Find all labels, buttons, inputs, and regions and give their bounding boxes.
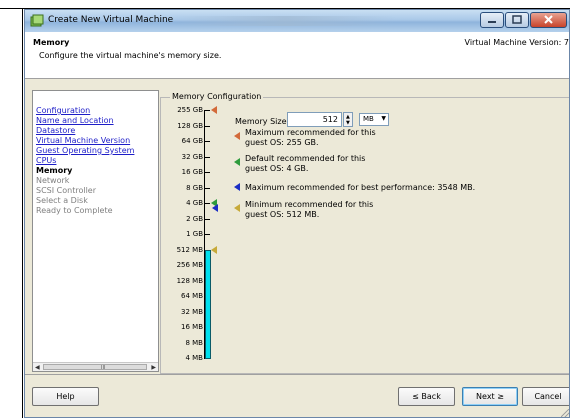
scale-label: 4 MB bbox=[185, 354, 203, 362]
outer-frame-top bbox=[0, 0, 570, 9]
outer-frame-left bbox=[0, 9, 23, 418]
scale-label: 4 GB bbox=[186, 199, 203, 207]
step-name-and-location[interactable]: Name and Location bbox=[33, 116, 134, 126]
default-guest-os-marker-icon bbox=[234, 158, 240, 166]
chevron-down-icon: ▼ bbox=[381, 115, 386, 122]
wizard-content: Configuration Name and Location Datastor… bbox=[25, 80, 569, 374]
step-memory: Memory bbox=[36, 166, 73, 175]
memory-size-spinner[interactable]: ▲ ▼ bbox=[343, 112, 353, 127]
back-button[interactable]: ≤ Back bbox=[398, 387, 455, 406]
scale-label: 16 MB bbox=[181, 323, 203, 331]
vm-app-icon bbox=[30, 14, 44, 27]
min-guest-os-note: Minimum recommended for this guest OS: 5… bbox=[245, 200, 373, 220]
window-title: Create New Virtual Machine bbox=[48, 15, 174, 25]
scale-label: 128 MB bbox=[176, 276, 203, 285]
maximize-button[interactable] bbox=[505, 12, 529, 28]
wizard-window: Create New Virtual Machine Memory Config… bbox=[24, 9, 570, 418]
title-bar-blurred-area bbox=[175, 16, 395, 26]
resize-grip-icon[interactable] bbox=[561, 409, 569, 417]
scroll-right-icon[interactable]: ▶ bbox=[151, 364, 156, 371]
memory-configuration-label: Memory Configuration bbox=[170, 92, 264, 101]
max-performance-note: Maximum recommended for best performance… bbox=[245, 183, 475, 193]
default-guest-os-note: Default recommended for this guest OS: 4… bbox=[245, 154, 365, 174]
scroll-left-icon[interactable]: ◀ bbox=[35, 364, 40, 371]
memory-configuration-group: Memory Configuration 255 GB 128 GB 64 GB 32… bbox=[160, 92, 569, 374]
scale-marker-icon bbox=[211, 106, 217, 115]
scale-label: 32 MB bbox=[181, 307, 203, 316]
minimize-button[interactable] bbox=[480, 12, 504, 28]
max-guest-os-note: Maximum recommended for this guest OS: 2… bbox=[245, 128, 376, 148]
minimize-icon bbox=[488, 21, 496, 23]
scale-label: 32 GB bbox=[181, 152, 203, 161]
scale-marker-icon bbox=[211, 245, 217, 254]
scale-label: 2 GB bbox=[186, 214, 203, 223]
scale-label: 256 MB bbox=[176, 261, 203, 269]
scale-label: 64 GB bbox=[181, 137, 203, 145]
page-title: Memory bbox=[33, 38, 70, 47]
scale-label: 8 GB bbox=[186, 183, 203, 192]
next-button[interactable]: Next ≥ bbox=[462, 387, 518, 406]
memory-unit-select[interactable]: MB ▼ bbox=[359, 113, 389, 126]
page-subtitle: Configure the virtual machine's memory s… bbox=[39, 51, 222, 60]
max-guest-os-note-line2: guest OS: 255 GB. bbox=[245, 138, 319, 147]
scroll-thumb[interactable]: III bbox=[43, 364, 147, 371]
step-cpus[interactable]: CPUs bbox=[33, 156, 134, 166]
default-guest-os-note-line2: guest OS: 4 GB. bbox=[245, 164, 309, 173]
help-button[interactable]: Help bbox=[32, 387, 99, 406]
scale-label: 512 MB bbox=[176, 245, 203, 254]
step-virtual-machine-version[interactable]: Virtual Machine Version bbox=[33, 136, 134, 146]
vm-version-label: Virtual Machine Version: 7 bbox=[464, 38, 569, 47]
scale-label: 8 MB bbox=[185, 338, 203, 347]
step-network: Network bbox=[36, 176, 70, 185]
cancel-button[interactable]: Cancel bbox=[522, 387, 569, 406]
max-performance-marker-icon bbox=[234, 183, 240, 191]
wizard-footer: Help ≤ Back Next ≥ Cancel bbox=[25, 374, 569, 417]
horizontal-scrollbar[interactable]: ◀ III ▶ bbox=[33, 362, 158, 371]
default-guest-os-note-line1: Default recommended for this bbox=[245, 154, 366, 163]
scale-label: 255 GB bbox=[177, 106, 203, 114]
title-bar[interactable]: Create New Virtual Machine bbox=[25, 10, 569, 32]
spinner-down-icon[interactable]: ▼ bbox=[346, 120, 350, 126]
close-icon bbox=[544, 15, 553, 24]
min-guest-os-note-line2: guest OS: 512 MB. bbox=[245, 210, 320, 219]
wizard-steps-panel: Configuration Name and Location Datastor… bbox=[32, 90, 159, 372]
scroll-grip: III bbox=[101, 365, 106, 371]
scale-label: 64 MB bbox=[181, 292, 203, 300]
step-ready-to-complete: Ready to Complete bbox=[36, 206, 113, 215]
step-guest-operating-system[interactable]: Guest Operating System bbox=[33, 146, 134, 156]
scale-label: 16 GB bbox=[181, 168, 203, 176]
wizard-steps-list: Configuration Name and Location Datastor… bbox=[33, 106, 134, 216]
memory-unit-value: MB bbox=[363, 115, 374, 123]
scale-marker-icon bbox=[212, 204, 218, 213]
memory-size-input[interactable] bbox=[287, 112, 342, 127]
max-guest-os-marker-icon bbox=[234, 132, 240, 140]
scale-label: 128 GB bbox=[177, 121, 203, 130]
max-performance-note-line1: Maximum recommended for best performance… bbox=[245, 183, 476, 192]
maximize-icon bbox=[512, 15, 522, 24]
min-guest-os-note-line1: Minimum recommended for this bbox=[245, 200, 374, 209]
step-select-a-disk: Select a Disk bbox=[36, 196, 88, 205]
close-button[interactable] bbox=[530, 12, 567, 28]
step-configuration[interactable]: Configuration bbox=[33, 106, 134, 116]
max-guest-os-note-line1: Maximum recommended for this bbox=[245, 128, 376, 137]
wizard-header: Memory Configure the virtual machine's m… bbox=[25, 32, 569, 79]
selected-memory-bar bbox=[205, 249, 211, 359]
min-guest-os-marker-icon bbox=[234, 204, 240, 212]
scale-label: 1 GB bbox=[186, 230, 203, 238]
memory-size-label: Memory Size: bbox=[235, 117, 290, 126]
step-scsi-controller: SCSI Controller bbox=[36, 186, 96, 195]
step-datastore[interactable]: Datastore bbox=[33, 126, 134, 136]
